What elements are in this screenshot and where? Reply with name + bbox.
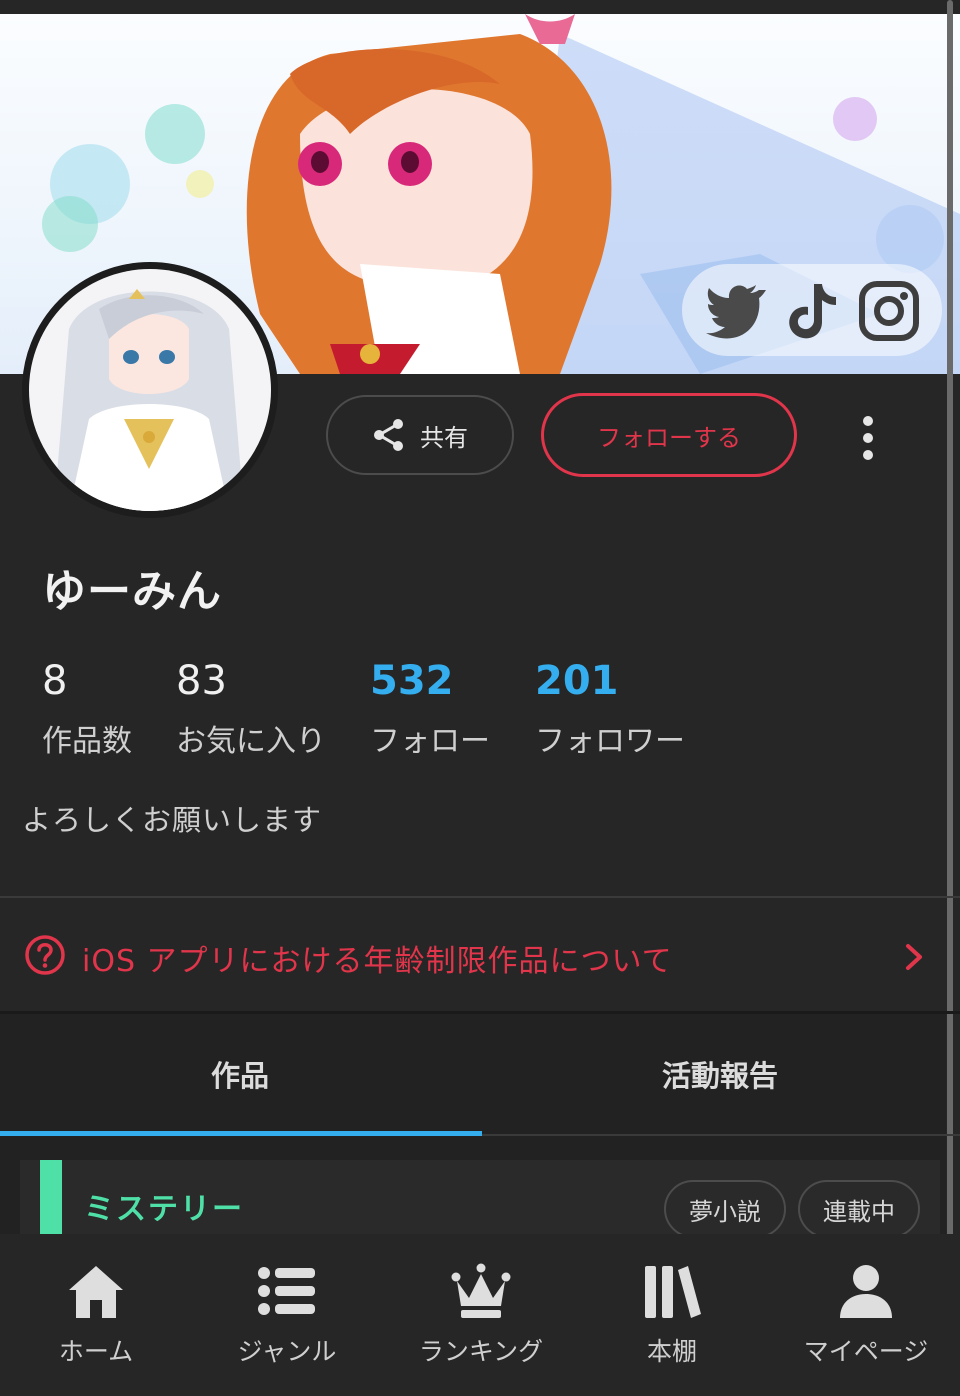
nav-home[interactable]: ホーム [40,1234,152,1396]
nav-mypage-label: マイページ [803,1337,929,1366]
stat-favorites: 83 お気に入り [176,658,326,760]
tab-works-label: 作品 [210,1059,269,1093]
top-status-strip [0,0,960,14]
stat-favorites-value: 83 [176,658,227,704]
stat-works-value: 8 [42,658,68,704]
bottom-navigation: ホーム ジャンル ランキング 本棚 マイページ [0,1234,960,1396]
nav-bookshelf[interactable]: 本棚 [624,1234,720,1396]
stat-following[interactable]: 532 フォロー [370,658,490,760]
nav-bookshelf-label: 本棚 [646,1337,697,1366]
stat-following-value[interactable]: 532 [370,658,490,704]
crown-icon [451,1263,511,1318]
age-restriction-notice-link[interactable]: iOS アプリにおける年齢制限作品について [0,900,946,1010]
instagram-icon[interactable] [858,280,920,342]
stat-followers-value[interactable]: 201 [535,658,685,704]
stat-works-label: 作品数 [42,724,132,759]
follow-button[interactable]: フォローする [541,393,797,477]
tab-activity-reports[interactable]: 活動報告 [480,1014,960,1134]
nav-ranking-label: ランキング [418,1337,544,1366]
nav-ranking[interactable]: ランキング [410,1234,552,1396]
nav-mypage[interactable]: マイページ [796,1234,936,1396]
tiktok-icon[interactable] [780,280,842,342]
stat-works: 8 作品数 [42,658,132,760]
nav-genre[interactable]: ジャンル [226,1234,348,1396]
profile-bio: よろしくお願いします [22,803,323,837]
avatar-illustration [29,269,271,511]
nav-home-label: ホーム [58,1337,134,1366]
notice-text: iOS アプリにおける年齢制限作品について [82,944,673,979]
social-links [682,264,942,356]
stat-followers[interactable]: 201 フォロワー [535,658,685,760]
twitter-icon[interactable] [704,280,766,342]
share-button-label: 共有 [420,423,468,452]
genre-color-bar [40,1160,62,1236]
tab-activity-label: 活動報告 [661,1059,778,1093]
stat-following-label[interactable]: フォロー [370,716,490,760]
tab-works[interactable]: 作品 [0,1014,480,1134]
list-icon [258,1267,315,1315]
avatar [22,262,278,518]
help-circle-icon [25,935,65,975]
stat-favorites-label: お気に入り [176,724,326,759]
active-tab-indicator [0,1131,482,1136]
tab-divider [482,1134,960,1136]
tag-badge[interactable]: 夢小説 [664,1180,786,1236]
divider [0,896,960,898]
nav-genre-label: ジャンル [237,1337,337,1366]
more-options-icon[interactable] [850,410,886,466]
follow-button-label: フォローする [597,423,741,452]
status-badge[interactable]: 連載中 [798,1180,920,1236]
share-button[interactable]: 共有 [326,395,514,475]
user-icon [840,1265,892,1318]
bookshelf-icon [645,1266,701,1318]
home-icon [69,1266,123,1318]
work-card[interactable]: ミステリー 夢小説 連載中 [20,1160,940,1236]
chevron-right-icon [906,944,922,970]
username: ゆーみん [42,566,222,617]
share-icon [374,419,403,451]
work-genre: ミステリー [84,1192,244,1227]
stat-followers-label[interactable]: フォロワー [535,716,685,760]
